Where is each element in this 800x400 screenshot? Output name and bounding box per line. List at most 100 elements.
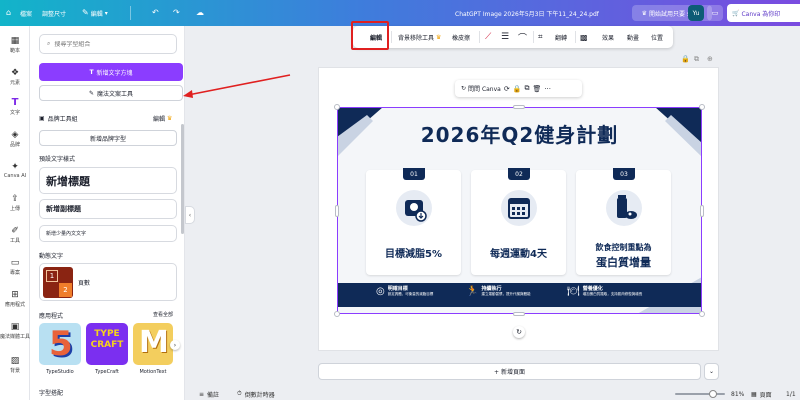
zoom-level[interactable]: 81% <box>731 388 744 400</box>
see-all-link[interactable]: 查看全部 <box>153 311 173 318</box>
magic-media-icon: ▣ <box>10 322 20 332</box>
border-style-button[interactable]: ☰ <box>501 26 509 48</box>
cloud-save-button[interactable]: ☁ <box>196 0 204 26</box>
rail-item-upload[interactable]: ⇪ 上傳 <box>0 194 30 212</box>
search-input[interactable] <box>54 40 165 48</box>
animate-button[interactable]: 動畫 <box>627 26 639 48</box>
checker-icon: ▩ <box>580 32 588 42</box>
app-tile-typestudio[interactable]: 5 <box>39 323 81 365</box>
zoom-thumb[interactable] <box>709 390 717 398</box>
rail-item-elements[interactable]: ❖ 元素 <box>0 68 30 86</box>
lock-icon[interactable]: 🔒 <box>681 55 690 63</box>
notes-button[interactable]: ≡ 備註 <box>199 388 219 400</box>
card-title: 每週運動4天 <box>490 249 547 260</box>
add-page-button[interactable]: + 新增頁面 <box>318 363 701 380</box>
zoom-slider[interactable] <box>675 388 725 400</box>
pages-button[interactable]: ▦ 頁面 <box>751 388 772 400</box>
chevron-left-icon: ‹ <box>188 211 192 219</box>
add-textbox-button[interactable]: T 新增文字方塊 <box>39 63 183 81</box>
left-rail: ▦ 範本 ❖ 元素 T 文字 ◈ 品牌 ✦ Canva AI ⇪ 上傳 ✐ 工具 ▭ 專案 ⊞ 應… <box>0 26 30 400</box>
effects-button[interactable]: 效果 <box>602 26 614 48</box>
magic-write-button[interactable]: ✎ 魔法文案工具 <box>39 85 183 101</box>
dish-icon: 🍽 <box>567 285 580 297</box>
annotation-arrow <box>183 74 291 98</box>
bg-remover-button[interactable]: 背景移除工具 ♛ <box>398 26 441 48</box>
app-tile-typecraft[interactable]: TYPE CRAFT <box>86 323 128 365</box>
position-button[interactable]: 位置 <box>651 26 663 48</box>
app-tile-motiontext[interactable]: M <box>133 323 173 365</box>
print-button[interactable]: 🛒 Canva 為你印 <box>727 4 800 22</box>
eraser-button[interactable]: 橡皮擦 <box>452 26 470 48</box>
body-preset[interactable]: 新增少量內文文字 <box>39 225 177 242</box>
rotate-handle[interactable]: ↻ <box>513 326 525 338</box>
trash-icon[interactable]: 🗑 <box>532 85 541 93</box>
rail-item-text[interactable]: T 文字 <box>0 98 30 117</box>
flip-button[interactable]: 翻轉 <box>555 26 567 48</box>
card-number: 02 <box>508 168 530 180</box>
collapse-panel-button[interactable]: ‹ <box>185 206 195 224</box>
rail-item-projects[interactable]: ▭ 專案 <box>0 258 30 276</box>
brand-icon: ◈ <box>11 130 19 140</box>
comment-button[interactable]: ▭ <box>707 5 723 21</box>
rail-item-brand[interactable]: ◈ 品牌 <box>0 130 30 148</box>
background-icon: ▨ <box>10 356 20 366</box>
calendar-icon <box>501 190 537 226</box>
brand-edit-link[interactable]: 編輯 ♛ <box>153 114 172 123</box>
resize-handle-top[interactable] <box>513 105 525 109</box>
resize-handle-top-right[interactable] <box>699 104 705 110</box>
corner-radius-button[interactable]: ⌒ <box>518 26 527 48</box>
elements-icon: ❖ <box>10 68 20 78</box>
timer-button[interactable]: ⏱ 倒數計時器 <box>237 388 275 400</box>
magic-wand-icon: ✎ <box>88 89 94 97</box>
home-button[interactable]: ⌂ <box>6 0 11 26</box>
duplicate-icon[interactable]: ⧉ <box>524 84 529 93</box>
transparency-button[interactable]: ▩ <box>580 26 588 48</box>
add-page-icon[interactable]: ⊕ <box>707 55 713 63</box>
rail-item-tools[interactable]: ✐ 工具 <box>0 226 30 244</box>
resize-handle-bottom-left[interactable] <box>334 311 340 317</box>
rail-item-apps[interactable]: ⊞ 應用程式 <box>0 290 30 308</box>
lock-icon[interactable]: 🔒 <box>513 85 522 93</box>
brand-kit-header: ▣ 品牌工具組 <box>39 115 78 123</box>
apps-next-button[interactable]: › <box>170 340 180 350</box>
divider <box>479 31 480 43</box>
card-title: 目標減脂5% <box>385 249 442 260</box>
search-box[interactable]: ⌕ <box>39 34 177 54</box>
divider <box>533 31 534 43</box>
heading-preset[interactable]: 新增標題 <box>39 167 177 194</box>
rail-item-magic-media[interactable]: ▣ 魔法媒體工具 <box>0 322 30 340</box>
resize-handle-right[interactable] <box>700 205 704 217</box>
divider <box>575 31 576 43</box>
reshape-icon[interactable]: ⟳ <box>504 85 510 93</box>
footer-item-execute: 🏃 持續執行 建立運動習慣，提升代謝與體能 <box>466 285 531 297</box>
edit-mode-menu[interactable]: ✎ 編輯 ▾ <box>82 0 108 26</box>
ask-canva-button[interactable]: ↻ 問問 Canva <box>461 84 501 93</box>
resize-handle-bottom[interactable] <box>513 312 525 316</box>
redo-button[interactable]: ↷ <box>173 0 180 26</box>
card-subtitle: 蛋白質增量 <box>596 256 651 269</box>
duplicate-page-icon[interactable]: ⧉ <box>694 55 699 64</box>
page-number-item[interactable]: 1 2 頁數 <box>39 263 177 301</box>
more-options-icon[interactable]: ··· <box>544 85 551 93</box>
color-slash-icon: ⟋ <box>485 32 492 42</box>
file-menu[interactable]: 檔案 <box>20 0 32 26</box>
color-button[interactable]: ⟋ <box>485 26 491 48</box>
subheading-preset[interactable]: 新增副標題 <box>39 199 177 219</box>
document-title[interactable]: ChatGPT Image 2026年5月3日 下午11_24_24.pdf <box>455 0 599 26</box>
resize-menu[interactable]: 調整尺寸 <box>42 0 66 26</box>
resize-handle-left[interactable] <box>335 205 339 217</box>
footer-item-goal: ◎ 明確目標 設定具體、可衡量的減脂目標 <box>376 285 434 297</box>
rail-item-background[interactable]: ▨ 背景 <box>0 356 30 374</box>
crop-button[interactable]: ⌗ <box>538 26 543 48</box>
add-brand-font-button[interactable]: 新增品牌字型 <box>39 130 177 146</box>
rail-item-templates[interactable]: ▦ 範本 <box>0 36 30 54</box>
resize-handle-bottom-right[interactable] <box>699 311 705 317</box>
canva-ai-icon: ↻ <box>461 85 467 92</box>
upload-icon: ⇪ <box>11 194 19 204</box>
resize-handle-top-left[interactable] <box>334 104 340 110</box>
undo-button[interactable]: ↶ <box>152 0 159 26</box>
rail-item-canva-ai[interactable]: ✦ Canva AI <box>0 162 30 179</box>
panel-scrollbar[interactable] <box>181 124 184 234</box>
avatar[interactable]: Yu <box>688 5 704 21</box>
add-page-dropdown[interactable]: ⌄ <box>704 363 719 380</box>
